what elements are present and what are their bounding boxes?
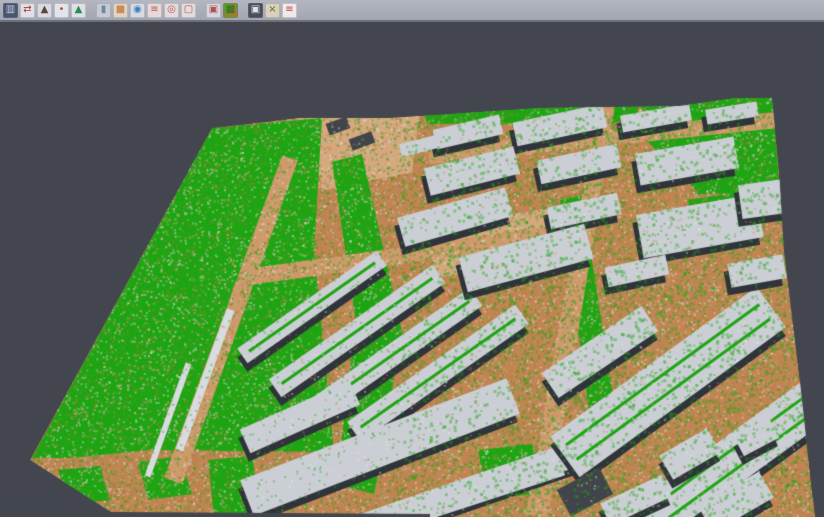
stripes-red-icon[interactable]: ≡: [282, 3, 297, 18]
ortho-orange-icon[interactable]: ■: [113, 3, 128, 18]
import-arrows-icon[interactable]: ⇄: [20, 3, 35, 18]
terrain-dark-icon[interactable]: ▲: [37, 3, 52, 18]
profile-red-icon[interactable]: ≡: [147, 3, 162, 18]
app-window: ▥⇄▲•▲▮■◉≡◎▢▣▩▣×≡: [0, 0, 824, 517]
extent-red-icon[interactable]: ▢: [181, 3, 196, 18]
dataset-navy-icon[interactable]: ▥: [3, 3, 18, 18]
snapshot-dark-icon[interactable]: ▣: [248, 3, 263, 18]
transform-cross-icon[interactable]: ×: [265, 3, 280, 18]
viewport-3d[interactable]: [0, 22, 824, 517]
point-marker-icon[interactable]: •: [54, 3, 69, 18]
panel-blue-icon[interactable]: ▮: [96, 3, 111, 18]
globe-blue-icon[interactable]: ◉: [130, 3, 145, 18]
main-toolbar: ▥⇄▲•▲▮■◉≡◎▢▣▩▣×≡: [0, 0, 824, 22]
terrain-green-icon[interactable]: ▲: [71, 3, 86, 18]
classification-colormap-icon[interactable]: ▩: [223, 3, 238, 18]
target-red-icon[interactable]: ◎: [164, 3, 179, 18]
point-cloud-canvas[interactable]: [0, 22, 824, 517]
select-region-icon[interactable]: ▣: [206, 3, 221, 18]
